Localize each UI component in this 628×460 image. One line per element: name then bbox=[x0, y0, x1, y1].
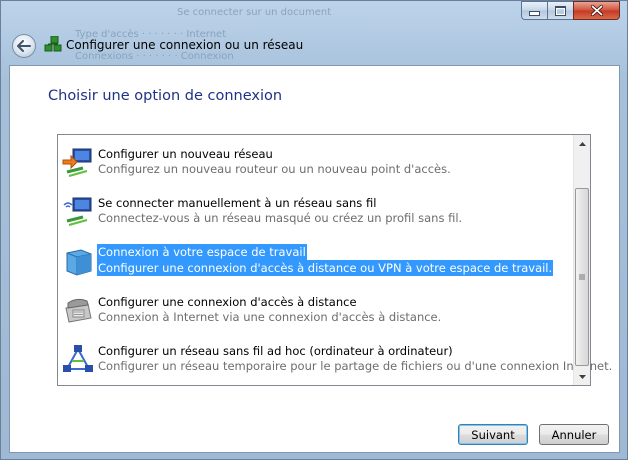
option-title: Configurer une connexion d'accès à dista… bbox=[98, 295, 357, 309]
close-button[interactable] bbox=[573, 1, 620, 20]
vertical-scrollbar[interactable] bbox=[573, 135, 590, 385]
background-window-ghost-text: Connexions · · · · · · · Connexion bbox=[75, 51, 234, 62]
scroll-thumb[interactable] bbox=[575, 188, 589, 366]
option-title: Configurer un nouveau réseau bbox=[98, 147, 273, 161]
scroll-down-icon bbox=[578, 374, 586, 379]
back-button[interactable] bbox=[12, 34, 36, 58]
option-adhoc[interactable]: Configurer un réseau sans fil ad hoc (or… bbox=[61, 341, 612, 383]
back-arrow-icon bbox=[17, 40, 31, 52]
dialup-telephone-icon bbox=[65, 298, 92, 323]
background-window-ghost-text: Se connecter sur un document bbox=[177, 7, 332, 18]
option-description: Configurer un réseau temporaire pour le … bbox=[98, 359, 613, 373]
option-workplace[interactable]: Connexion à votre espace de travail Conf… bbox=[61, 243, 571, 285]
minimize-button[interactable] bbox=[521, 1, 548, 20]
window-frame: Se connecter sur un document Type d'accè… bbox=[0, 0, 628, 460]
cancel-button[interactable]: Annuler bbox=[539, 424, 609, 445]
workplace-vpn-icon bbox=[66, 249, 92, 276]
scroll-up-icon bbox=[578, 141, 586, 146]
option-description: Configurez un nouveau routeur ou un nouv… bbox=[98, 162, 451, 176]
window-title: Configurer une connexion ou un réseau bbox=[66, 38, 304, 52]
wireless-network-icon bbox=[63, 197, 92, 226]
maximize-button[interactable] bbox=[547, 1, 574, 20]
option-manual-wireless[interactable]: Se connecter manuellement à un réseau sa… bbox=[61, 193, 571, 235]
option-dialup[interactable]: Configurer une connexion d'accès à dista… bbox=[61, 292, 571, 334]
scroll-down-button[interactable] bbox=[574, 368, 590, 385]
option-title: Connexion à votre espace de travail bbox=[97, 244, 307, 260]
next-button[interactable]: Suivant bbox=[458, 424, 528, 445]
adhoc-network-icon bbox=[63, 345, 93, 372]
scroll-up-button[interactable] bbox=[574, 135, 590, 152]
wizard-content: Choisir une option de connexion Configur… bbox=[9, 65, 620, 453]
option-title: Configurer un réseau sans fil ad hoc (or… bbox=[98, 344, 453, 358]
minimize-icon bbox=[529, 11, 540, 16]
option-description: Configurer une connexion d'accès à dista… bbox=[97, 260, 554, 276]
option-title: Se connecter manuellement à un réseau sa… bbox=[98, 196, 377, 210]
network-setup-icon bbox=[44, 36, 62, 52]
page-heading: Choisir une option de connexion bbox=[48, 88, 283, 104]
option-description: Connectez-vous à un réseau masqué ou cré… bbox=[98, 211, 463, 225]
maximize-icon bbox=[555, 5, 566, 16]
connection-options-list[interactable]: Configurer un nouveau réseau Configurez … bbox=[57, 134, 612, 386]
new-network-icon bbox=[62, 148, 92, 177]
option-new-network[interactable]: Configurer un nouveau réseau Configurez … bbox=[61, 144, 571, 186]
grip-icon bbox=[579, 274, 585, 280]
close-icon bbox=[590, 5, 603, 16]
option-description: Connexion à Internet via une connexion d… bbox=[98, 310, 442, 324]
